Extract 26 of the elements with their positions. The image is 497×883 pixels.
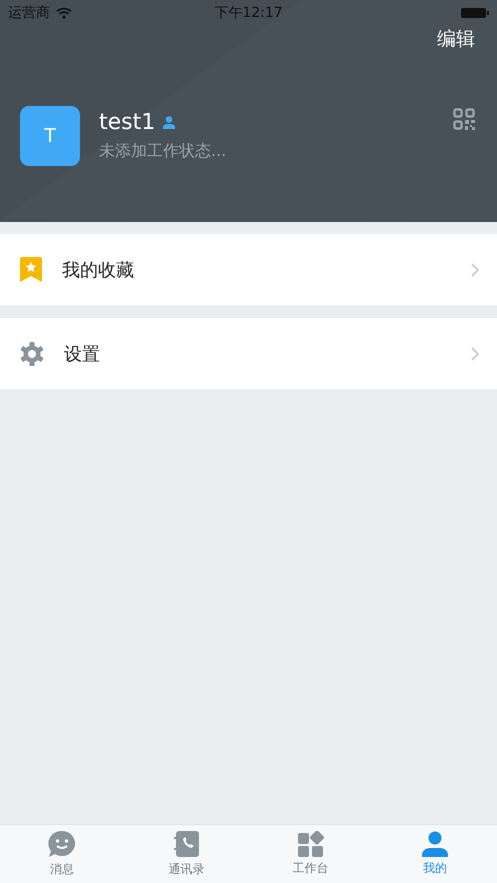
qr-code-icon[interactable] bbox=[453, 108, 475, 130]
apps-grid-icon bbox=[298, 831, 324, 857]
chevron-right-icon bbox=[471, 346, 479, 360]
smiley-chat-icon bbox=[48, 830, 76, 858]
tab[interactable]: 消息 bbox=[0, 825, 124, 883]
edit-button[interactable]: 编辑 bbox=[437, 26, 475, 52]
battery-icon bbox=[461, 7, 489, 19]
work-status: 未添加工作状态... bbox=[99, 141, 228, 162]
menu-label: 设置 bbox=[64, 342, 101, 366]
user-name: test1 bbox=[99, 110, 156, 135]
chevron-right-icon bbox=[471, 262, 479, 276]
tab[interactable]: 工作台 bbox=[248, 825, 373, 883]
phone-book-icon bbox=[172, 830, 200, 858]
status-time: 下午12:17 bbox=[214, 4, 283, 22]
menu-item[interactable]: 设置 bbox=[0, 318, 497, 389]
menu-label: 我的收藏 bbox=[62, 258, 135, 282]
avatar[interactable]: T bbox=[20, 106, 80, 166]
person-icon bbox=[163, 116, 176, 129]
carrier-label: 运营商 bbox=[8, 4, 50, 22]
tab[interactable]: 通讯录 bbox=[124, 825, 248, 883]
menu-item[interactable]: 我的收藏 bbox=[0, 234, 497, 305]
tab[interactable]: 我的 bbox=[372, 825, 497, 883]
person-icon bbox=[422, 831, 448, 857]
settings-icon bbox=[20, 342, 44, 366]
bookmark-star-icon bbox=[20, 257, 42, 282]
wifi-icon bbox=[56, 7, 72, 19]
